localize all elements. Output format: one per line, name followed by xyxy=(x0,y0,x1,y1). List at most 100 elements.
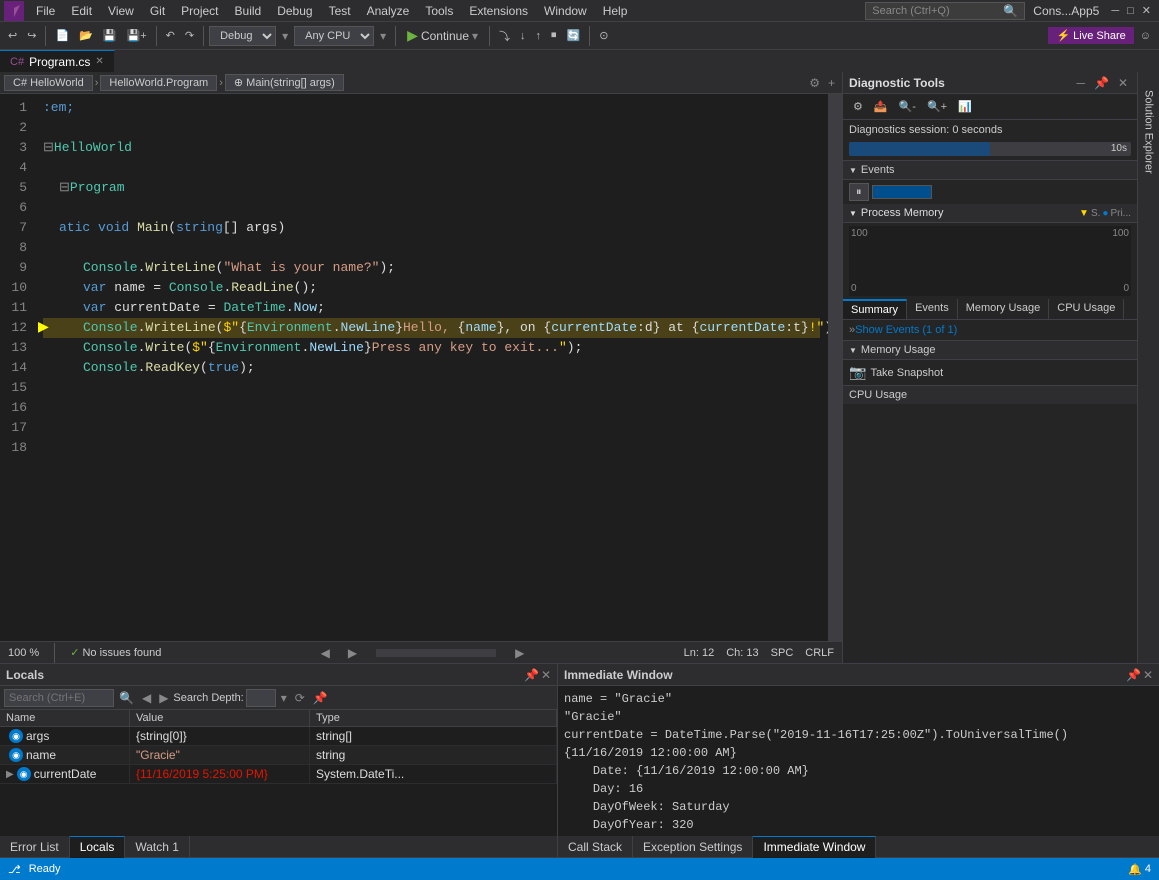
depth-input[interactable]: 3 xyxy=(246,689,276,707)
code-line-15 xyxy=(43,378,820,398)
tab-call-stack[interactable]: Call Stack xyxy=(558,836,633,858)
diag-chart-button[interactable]: 📊 xyxy=(954,98,976,115)
notification-icon[interactable]: 🔔 xyxy=(1128,863,1142,876)
diag-tab-summary[interactable]: Summary xyxy=(843,299,907,319)
diag-close-button[interactable]: ✕ xyxy=(1115,75,1131,91)
forward-navigate-button[interactable]: ↪ xyxy=(23,27,40,44)
events-section-header[interactable]: ▼ Events xyxy=(843,160,1137,180)
breadcrumb-namespace[interactable]: HelloWorld.Program xyxy=(100,75,217,91)
menu-build[interactable]: Build xyxy=(227,2,270,20)
menu-extensions[interactable]: Extensions xyxy=(461,2,536,20)
debug-mode-dropdown[interactable]: Debug xyxy=(209,26,276,46)
memory-usage-header[interactable]: ▼ Memory Usage xyxy=(843,340,1137,360)
menu-debug[interactable]: Debug xyxy=(269,2,320,20)
breadcrumb-method[interactable]: ⊕ Main(string[] args) xyxy=(225,74,344,91)
editor-scrollbar[interactable] xyxy=(828,94,842,641)
expand-arrow-currentdate[interactable]: ▶ xyxy=(6,769,14,780)
line-ending-indicator: CRLF xyxy=(805,647,834,659)
filename: Program.cs xyxy=(29,55,90,69)
code-area[interactable]: 1 2 3 4 5 6 7 8 9 10 11 12 13 14 15 16 1… xyxy=(0,94,842,641)
menu-project[interactable]: Project xyxy=(173,2,226,20)
show-events-button[interactable]: » Show Events (1 of 1) xyxy=(849,324,957,336)
menu-tools[interactable]: Tools xyxy=(417,2,461,20)
name-value-cell[interactable]: "Gracie" xyxy=(130,746,310,764)
snapshot-row[interactable]: 📷 Take Snapshot xyxy=(849,364,1131,381)
nav-forward-button[interactable]: ▶ xyxy=(345,645,360,661)
immediate-pin-button[interactable]: 📌 xyxy=(1126,668,1141,682)
step-out-button[interactable]: ↑ xyxy=(532,28,546,44)
redo-button[interactable]: ↷ xyxy=(181,27,198,44)
code-content[interactable]: :em; ⊟HelloWorld ⊟Program atic void Main… xyxy=(35,94,828,641)
immediate-content[interactable]: name = "Gracie" "Gracie" currentDate = D… xyxy=(558,686,1159,836)
menu-view[interactable]: View xyxy=(100,2,142,20)
menu-window[interactable]: Window xyxy=(536,2,595,20)
step-into-button[interactable]: ↓ xyxy=(516,28,530,44)
tab-exception-settings[interactable]: Exception Settings xyxy=(633,836,753,858)
step-over-button[interactable]: ⤵ xyxy=(495,26,514,46)
diag-export-button[interactable]: 📤 xyxy=(870,98,892,115)
zoom-level[interactable]: 100 % xyxy=(8,647,39,659)
args-value-cell[interactable]: {string[0]} xyxy=(130,727,310,745)
platform-dropdown[interactable]: Any CPU xyxy=(294,26,374,46)
events-pause-button[interactable]: ⏸ xyxy=(849,183,869,201)
nav-back-button[interactable]: ◀ xyxy=(318,645,333,661)
feedback-button[interactable]: ☺ xyxy=(1136,28,1155,44)
stop-button[interactable]: ⏹ xyxy=(547,27,561,44)
add-pane-button[interactable]: + xyxy=(825,75,838,91)
pin-value-button[interactable]: 📌 xyxy=(310,690,331,706)
nav-prev-button[interactable]: ◀ xyxy=(139,690,154,706)
restart-button[interactable]: 🔄 xyxy=(563,27,585,44)
name-type-cell: string xyxy=(310,746,557,764)
breakpoints-button[interactable]: ⊙ xyxy=(595,27,612,44)
session-label: Diagnostics session: 0 seconds xyxy=(843,120,1137,140)
tab-locals[interactable]: Locals xyxy=(70,836,126,858)
currentdate-value-cell[interactable]: {11/16/2019 5:25:00 PM} xyxy=(130,765,310,783)
diag-toolbar: ⚙ 📤 🔍- 🔍+ 📊 xyxy=(843,94,1137,120)
app-icon xyxy=(4,1,24,21)
diag-zoom-in-button[interactable]: 🔍+ xyxy=(923,98,951,115)
menu-analyze[interactable]: Analyze xyxy=(359,2,418,20)
back-navigate-button[interactable]: ↩ xyxy=(4,27,21,44)
locals-close-button[interactable]: ✕ xyxy=(541,668,551,682)
new-file-button[interactable]: 📄 xyxy=(51,27,73,44)
save-all-button[interactable]: 💾+ xyxy=(123,27,151,44)
editor-settings-button[interactable]: ⚙ xyxy=(806,75,823,91)
refresh-button[interactable]: ⟳ xyxy=(292,690,308,706)
menu-help[interactable]: Help xyxy=(595,2,636,20)
diag-tab-events[interactable]: Events xyxy=(907,299,958,319)
diag-tab-memory[interactable]: Memory Usage xyxy=(958,299,1050,319)
locals-search-input[interactable] xyxy=(4,689,114,707)
menu-edit[interactable]: Edit xyxy=(63,2,100,20)
live-share-button[interactable]: ⚡ Live Share xyxy=(1048,27,1133,44)
diag-settings-button[interactable]: ⚙ xyxy=(849,98,867,115)
depth-dropdown-button[interactable]: ▾ xyxy=(278,690,290,706)
undo-button[interactable]: ↶ xyxy=(162,27,179,44)
diag-collapse-button[interactable]: ─ xyxy=(1073,75,1088,91)
diag-zoom-out-button[interactable]: 🔍- xyxy=(895,98,920,115)
open-button[interactable]: 📂 xyxy=(75,27,97,44)
immediate-close-button[interactable]: ✕ xyxy=(1143,668,1153,682)
search-execute-button[interactable]: 🔍 xyxy=(116,690,137,706)
diag-tab-cpu[interactable]: CPU Usage xyxy=(1049,299,1124,319)
tab-error-list[interactable]: Error List xyxy=(0,836,70,858)
continue-button[interactable]: ▶ Continue ▾ xyxy=(401,25,484,46)
diag-pin-button[interactable]: 📌 xyxy=(1091,75,1112,91)
menu-file[interactable]: File xyxy=(28,2,63,20)
close-button[interactable]: ✕ xyxy=(1138,2,1155,19)
minimize-button[interactable]: ─ xyxy=(1107,3,1123,19)
solution-explorer-label[interactable]: Solution Explorer xyxy=(1141,82,1157,182)
breadcrumb-class[interactable]: C# HelloWorld xyxy=(4,75,93,91)
file-tab-program[interactable]: C# Program.cs ✕ xyxy=(0,50,115,72)
menu-test[interactable]: Test xyxy=(321,2,359,20)
tab-watch[interactable]: Watch 1 xyxy=(125,836,190,858)
maximize-button[interactable]: □ xyxy=(1123,3,1138,19)
save-button[interactable]: 💾 xyxy=(99,27,121,44)
tab-close-button[interactable]: ✕ xyxy=(95,56,103,67)
nav-next-button[interactable]: ▶ xyxy=(156,690,171,706)
menu-git[interactable]: Git xyxy=(142,2,173,20)
tab-immediate-window[interactable]: Immediate Window xyxy=(753,836,876,858)
live-share-label: Live Share xyxy=(1073,30,1126,42)
locals-pin-button[interactable]: 📌 xyxy=(524,668,539,682)
scroll-right-button[interactable]: ▶ xyxy=(512,645,527,661)
code-line-1: :em; xyxy=(43,98,820,118)
